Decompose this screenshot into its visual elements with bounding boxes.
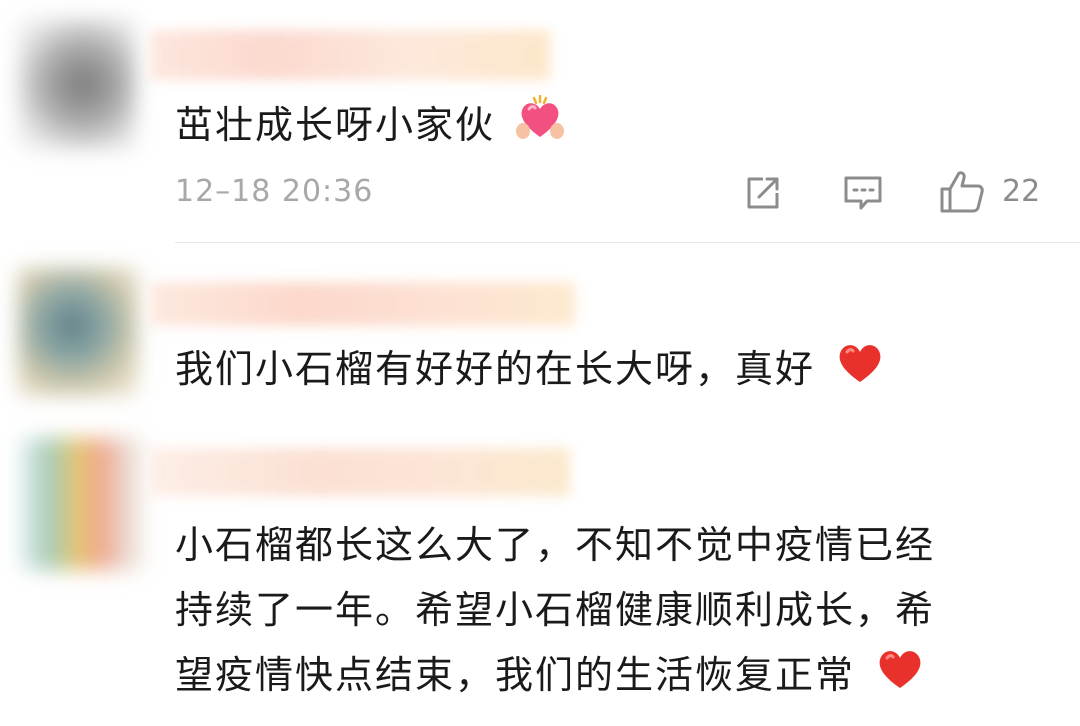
like-button[interactable] (936, 168, 988, 216)
avatar[interactable] (22, 438, 144, 570)
username[interactable] (150, 282, 575, 326)
comment-timestamp: 12–18 20:36 (175, 174, 374, 209)
comment-text-line: 持续了一年。希望小石榴健康顺利成长，希 (175, 588, 936, 632)
avatar[interactable] (18, 18, 136, 150)
comment-text-line: 小石榴都长这么大了，不知不觉中疫情已经 (175, 523, 936, 567)
comment-body: 茁壮成长呀小家伙 (175, 103, 496, 147)
share-button[interactable] (740, 172, 786, 214)
comment-text: 我们小石榴有好好的在长大呀，真好 (175, 338, 885, 404)
comment-text-line: 望疫情快点结束，我们的生活恢复正常 (175, 653, 856, 697)
reply-button[interactable] (838, 172, 888, 214)
comment-text: 茁壮成长呀小家伙 (175, 94, 565, 161)
share-icon (747, 177, 779, 209)
thumbs-up-icon (940, 171, 984, 213)
red-heart-emoji (875, 646, 925, 710)
heart-hands-emoji (515, 94, 565, 161)
avatar[interactable] (18, 268, 138, 396)
comment-list: 茁壮成长呀小家伙 12–18 20:36 22 我们小石榴有好好的在长大呀，真好… (0, 0, 1080, 726)
comment-icon (844, 176, 882, 210)
username[interactable] (150, 448, 570, 496)
comment-text: 望疫情快点结束，我们的生活恢复正常 (175, 644, 925, 710)
red-heart-emoji (835, 340, 885, 404)
comment-body: 我们小石榴有好好的在长大呀，真好 (175, 347, 816, 391)
username[interactable] (150, 30, 550, 80)
like-count: 22 (1002, 174, 1041, 209)
divider (175, 242, 1080, 243)
